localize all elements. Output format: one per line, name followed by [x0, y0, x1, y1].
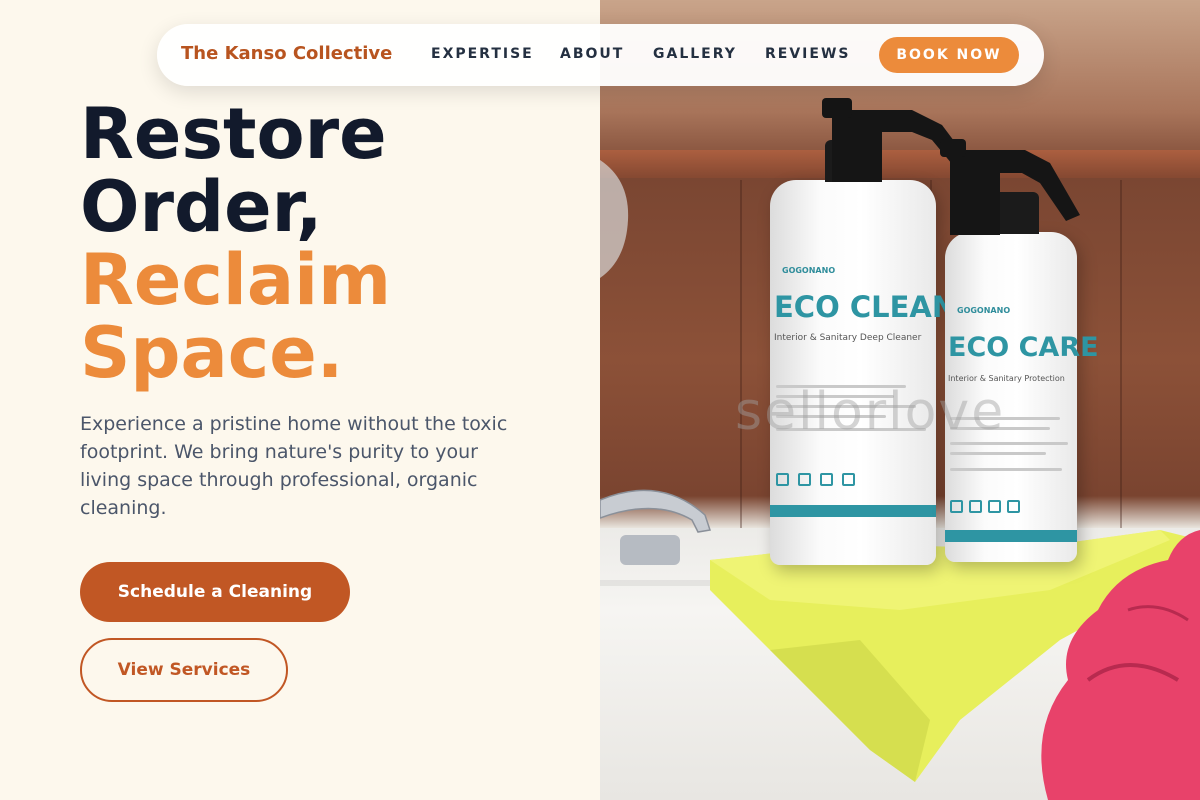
hero-product-photo: GOGONANO ECO CLEAN Interior & Sanitary D… [600, 0, 1200, 800]
view-services-button[interactable]: View Services [80, 638, 288, 702]
tile-grout [1120, 180, 1122, 540]
label-feature-icon [988, 500, 1001, 513]
label-feature-icon [969, 500, 982, 513]
nav-link-gallery[interactable]: GALLERY [653, 46, 737, 62]
nav-link-about[interactable]: ABOUT [560, 46, 624, 62]
nav-link-reviews[interactable]: REVIEWS [765, 46, 850, 62]
label-feature-icon [950, 500, 963, 513]
label-text-line [950, 442, 1068, 445]
bottle-title: ECO CLEAN [774, 290, 957, 324]
headline-line-2: Order, [80, 166, 323, 248]
label-feature-icon [820, 473, 833, 486]
label-feature-icon [798, 473, 811, 486]
hero-description: Experience a pristine home without the t… [80, 413, 508, 519]
photo-watermark: sellorlove [735, 382, 1006, 442]
tile-grout [740, 180, 742, 540]
mirror-edge-icon [600, 160, 629, 278]
spray-trigger-icon [940, 139, 1080, 235]
schedule-cleaning-button[interactable]: Schedule a Cleaning [80, 562, 350, 622]
eco-clean-bottle: GOGONANO ECO CLEAN Interior & Sanitary D… [770, 140, 956, 565]
rubber-glove-icon [1041, 530, 1200, 800]
book-now-button[interactable]: BOOK NOW [879, 37, 1019, 73]
hero-headline: Restore Order, Reclaim Space. [80, 98, 391, 390]
label-text-line [950, 452, 1046, 455]
label-text-line [950, 468, 1062, 471]
hero-left-panel: Restore Order, Reclaim Space. Experience… [0, 0, 600, 800]
headline-line-3: Reclaim [80, 239, 392, 321]
headline-line-4: Space. [80, 312, 344, 394]
top-navigation: The Kanso Collective EXPERTISE ABOUT GAL… [157, 24, 1044, 86]
nav-link-expertise[interactable]: EXPERTISE [431, 46, 534, 62]
label-feature-icon [842, 473, 855, 486]
label-feature-icon [776, 473, 789, 486]
label-feature-icon [1007, 500, 1020, 513]
bottle-brand: GOGONANO [782, 266, 836, 275]
brand-logo[interactable]: The Kanso Collective [181, 43, 392, 64]
headline-line-1: Restore [80, 93, 387, 175]
bottle-brand: GOGONANO [957, 306, 1011, 315]
bottle-subtitle: Interior & Sanitary Deep Cleaner [774, 333, 922, 343]
label-strip [770, 505, 936, 517]
bottle-title: ECO CARE [948, 332, 1099, 363]
